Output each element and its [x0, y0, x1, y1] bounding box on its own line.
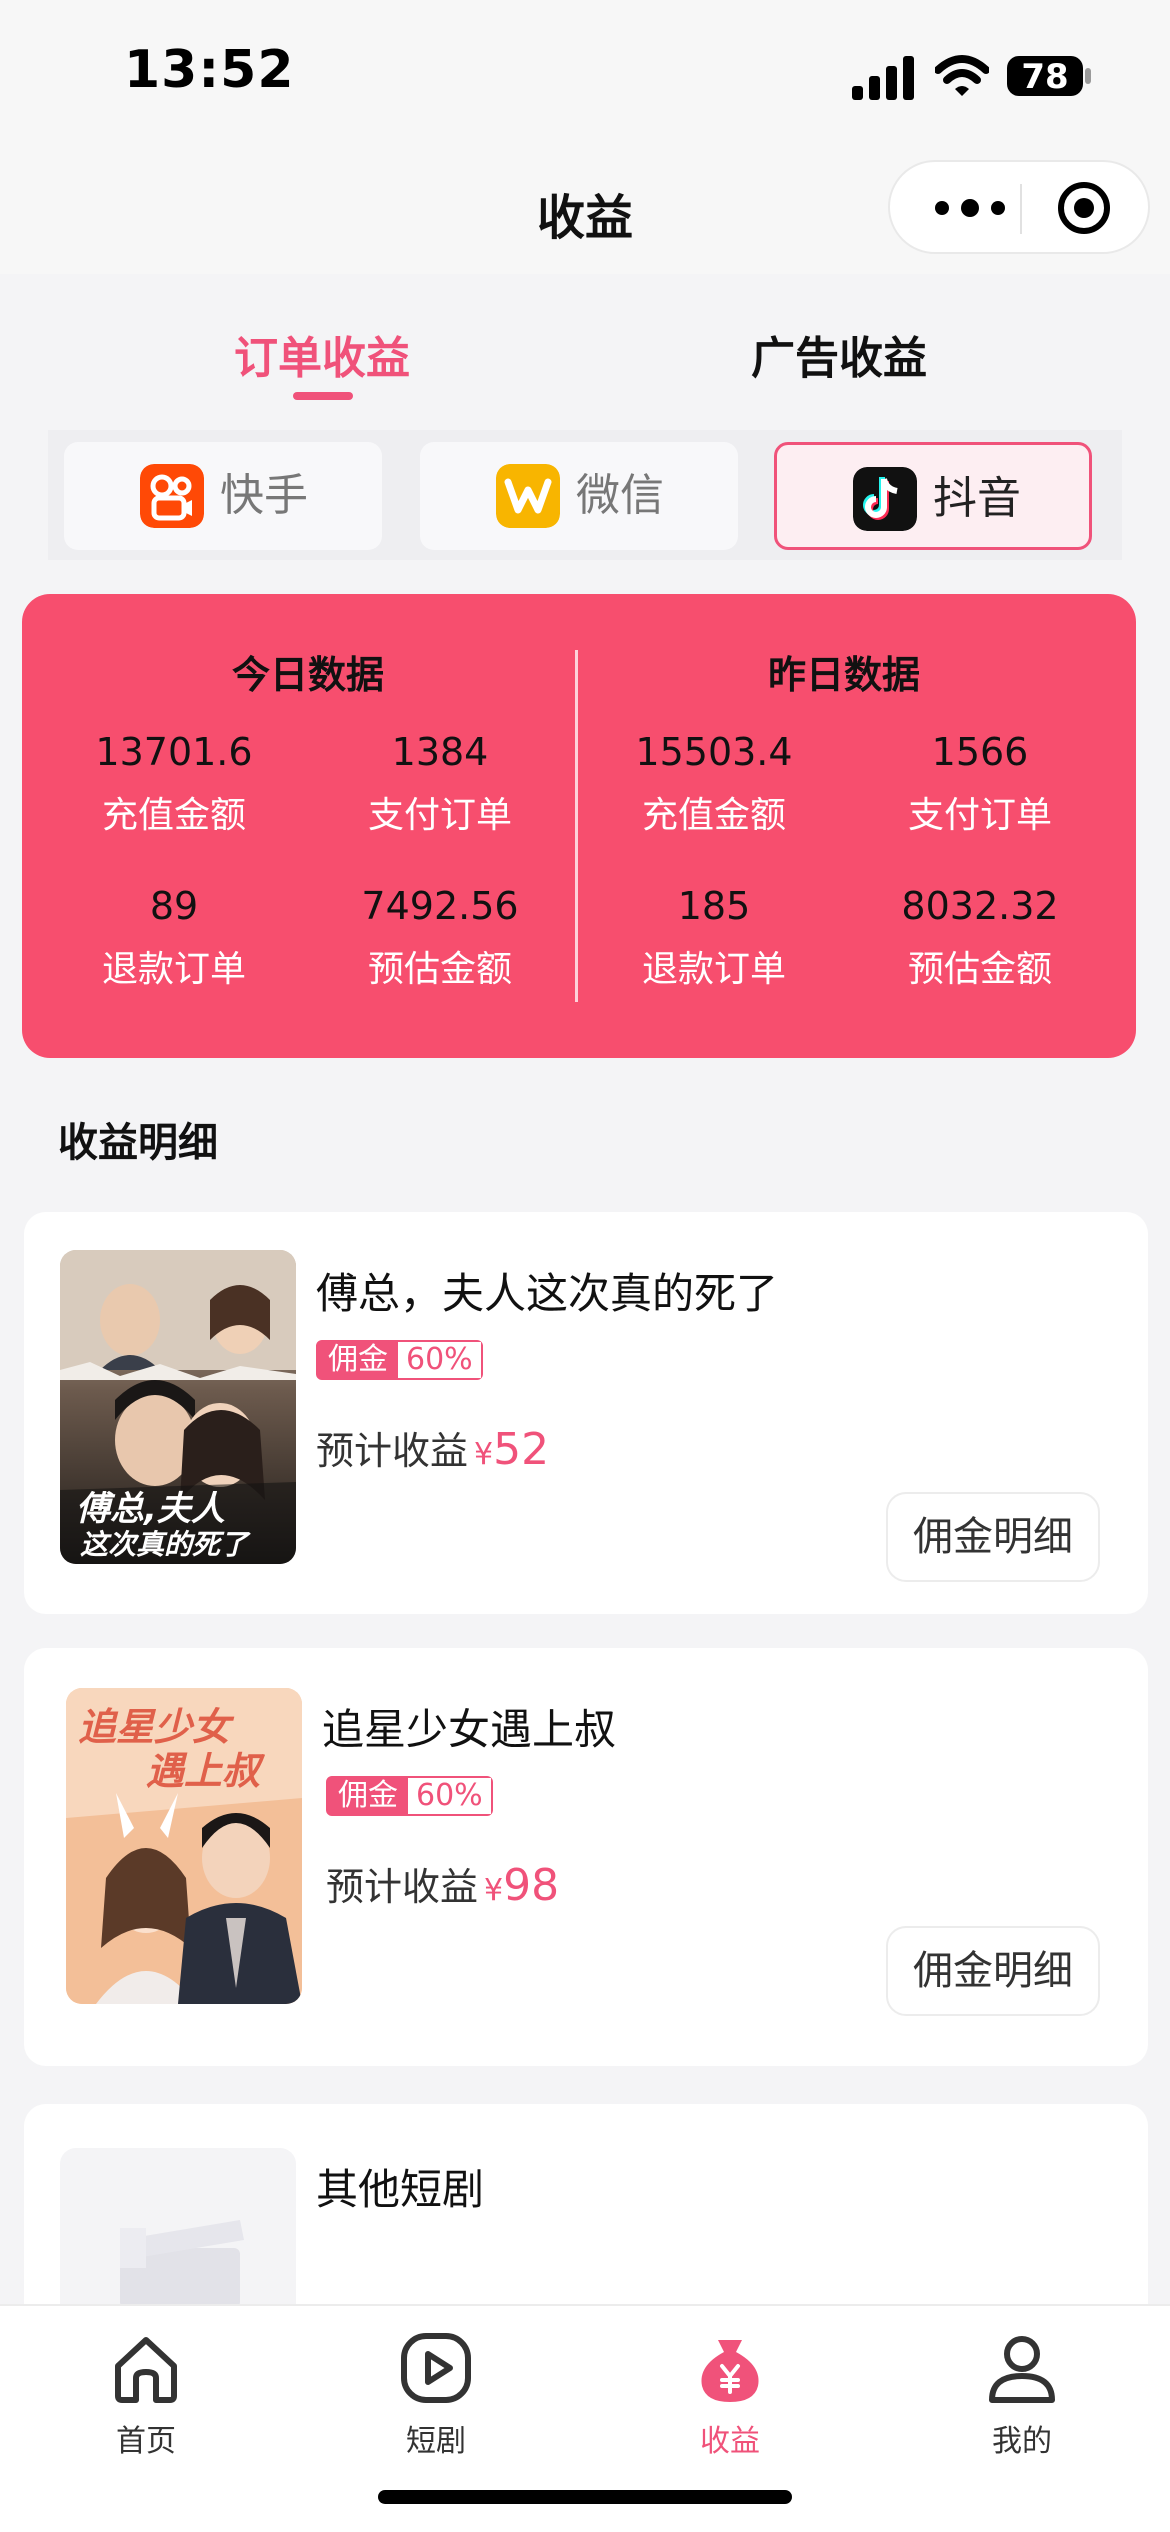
home-indicator: [378, 2490, 792, 2504]
revenue-detail-title: 收益明细: [58, 1120, 218, 1166]
today-refund-orders-value: 89: [149, 884, 199, 928]
drama-poster[interactable]: 追星少女 遇上叔: [66, 1688, 302, 2004]
estimated-revenue-label: 预计收益: [316, 1429, 469, 1473]
tab-ad-revenue[interactable]: 广告收益: [751, 322, 927, 386]
clapperboard-icon: [120, 2220, 244, 2308]
more-options-icon[interactable]: [930, 192, 1010, 224]
platform-label: 抖音: [933, 473, 1021, 524]
commission-label: 佣金: [328, 1778, 408, 1814]
yesterday-estimated-value: 8032.32: [901, 884, 1059, 928]
platform-kuaishou-button[interactable]: 快手: [64, 442, 382, 550]
money-bag-icon: [701, 2340, 759, 2402]
stats-divider: [575, 650, 578, 1002]
estimated-revenue-value: 52: [493, 1424, 550, 1475]
tab-revenue[interactable]: 收益: [650, 2330, 810, 2460]
today-recharge-label: 充值金额: [101, 795, 246, 836]
platform-douyin-button[interactable]: 抖音: [774, 442, 1092, 550]
estimated-revenue: 预计收益 ¥52: [316, 1420, 549, 1475]
platform-wechat-button[interactable]: 微信: [420, 442, 738, 550]
today-recharge-value: 13701.6: [95, 730, 253, 774]
drama-title[interactable]: 傅总，夫人这次真的死了: [316, 1260, 778, 1321]
play-icon: [401, 2333, 471, 2403]
active-tab-indicator: [293, 392, 353, 400]
wechat-icon: [496, 464, 560, 528]
wifi-icon: [935, 55, 989, 96]
currency-symbol: ¥: [474, 1437, 494, 1472]
today-paid-orders-label: 支付订单: [367, 795, 512, 836]
drama-poster-placeholder[interactable]: [60, 2148, 296, 2328]
tab-order-revenue[interactable]: 订单收益: [234, 322, 410, 386]
mini-program-capsule: [888, 160, 1150, 254]
commission-value: 60%: [408, 1778, 491, 1814]
today-paid-orders-value: 1384: [391, 730, 489, 774]
today-refund-orders-label: 退款订单: [101, 949, 246, 990]
poster-art: 傅总,夫人 这次真的死了: [60, 1250, 296, 1564]
poster-art: 追星少女 遇上叔: [66, 1688, 302, 2004]
battery-icon: 78: [1007, 56, 1091, 98]
estimated-revenue-value: 98: [503, 1860, 560, 1911]
capsule-divider: [1020, 184, 1022, 234]
today-data-title: 今日数据: [231, 653, 384, 697]
drama-title[interactable]: 追星少女遇上叔: [322, 1696, 616, 1757]
douyin-icon: [853, 467, 917, 531]
tab-label: 我的: [992, 2424, 1052, 2459]
poster-title-line2: 这次真的死了: [80, 1528, 251, 1561]
tab-home[interactable]: 首页: [66, 2330, 226, 2460]
tab-label: 收益: [700, 2424, 760, 2459]
commission-detail-button[interactable]: 佣金明细: [886, 1492, 1100, 1582]
commission-detail-button[interactable]: 佣金明细: [886, 1926, 1100, 2016]
cellular-signal-icon: [852, 56, 914, 100]
platform-label: 微信: [576, 470, 664, 521]
tab-short-drama[interactable]: 短剧: [356, 2330, 516, 2460]
home-icon: [115, 2337, 177, 2403]
tab-mine[interactable]: 我的: [942, 2330, 1102, 2460]
yesterday-refund-orders-label: 退款订单: [641, 949, 786, 990]
close-mini-program-icon[interactable]: [1056, 180, 1112, 236]
yesterday-refund-orders-value: 185: [677, 884, 751, 928]
estimated-revenue: 预计收益 ¥98: [326, 1856, 559, 1911]
user-icon: [989, 2336, 1055, 2403]
today-estimated-value: 7492.56: [361, 884, 519, 928]
commission-value: 60%: [398, 1342, 481, 1378]
tab-label: 首页: [116, 2424, 176, 2459]
commission-badge: 佣金 60%: [316, 1340, 483, 1380]
currency-symbol: ¥: [484, 1873, 504, 1908]
today-estimated-label: 预估金额: [367, 949, 512, 990]
battery-level: 78: [1021, 57, 1069, 97]
status-time: 13:52: [124, 40, 295, 100]
tab-label: 短剧: [406, 2424, 466, 2459]
drama-title[interactable]: 其他短剧: [316, 2156, 484, 2217]
yesterday-recharge-value: 15503.4: [635, 730, 793, 774]
platform-label: 快手: [220, 470, 308, 521]
poster-title-line2: 遇上叔: [146, 1749, 266, 1793]
yesterday-paid-orders-value: 1566: [931, 730, 1029, 774]
commission-badge: 佣金 60%: [326, 1776, 493, 1816]
yesterday-paid-orders-label: 支付订单: [907, 795, 1052, 836]
yesterday-estimated-label: 预估金额: [907, 949, 1052, 990]
kuaishou-icon: [140, 464, 204, 528]
poster-title-line1: 追星少女: [78, 1705, 235, 1749]
drama-poster[interactable]: 傅总,夫人 这次真的死了: [60, 1250, 296, 1564]
poster-title-line1: 傅总,夫人: [76, 1489, 225, 1529]
yesterday-data-title: 昨日数据: [767, 653, 920, 697]
yesterday-recharge-label: 充值金额: [641, 795, 786, 836]
estimated-revenue-label: 预计收益: [326, 1865, 479, 1909]
commission-label: 佣金: [318, 1342, 398, 1378]
